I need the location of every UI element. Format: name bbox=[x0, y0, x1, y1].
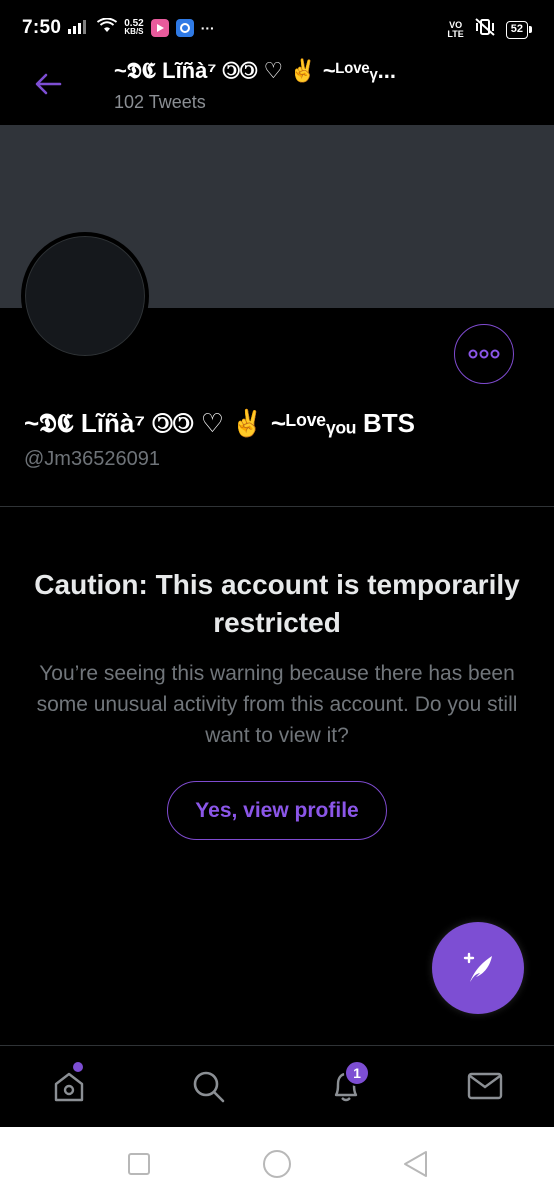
caution-title: Caution: This account is temporarily res… bbox=[34, 569, 520, 638]
compose-tweet-button[interactable] bbox=[432, 922, 524, 1014]
header-title: ~𝕯𝕮 Lĩñà⁷ 🄯🄯 ♡ ✌️ ~ᴸᵒᵛᵉᵧ... bbox=[114, 58, 396, 83]
more-notifications-icon: ··· bbox=[200, 20, 215, 36]
nav-home[interactable] bbox=[47, 1062, 91, 1108]
compose-feather-icon bbox=[463, 952, 492, 982]
network-speed: 0.52 KB/S bbox=[124, 19, 144, 36]
app-notification-icon bbox=[150, 19, 169, 37]
more-dots-icon bbox=[468, 349, 500, 359]
caution-message: You’re seeing this warning because there… bbox=[36, 662, 518, 747]
volte-icon: VO LTE bbox=[447, 20, 464, 39]
nav-messages[interactable] bbox=[463, 1064, 507, 1108]
battery-icon: 52 bbox=[505, 20, 532, 39]
home-icon bbox=[54, 1072, 84, 1102]
vibrate-mute-icon bbox=[474, 17, 496, 42]
system-navigation-bar bbox=[0, 1127, 554, 1200]
network-speed-unit: KB/S bbox=[124, 27, 144, 36]
avatar[interactable] bbox=[21, 232, 149, 360]
battery-level: 52 bbox=[505, 20, 528, 39]
view-profile-button[interactable]: Yes, view profile bbox=[167, 781, 387, 840]
volte-bottom: LTE bbox=[447, 28, 464, 39]
triangle-back-icon bbox=[404, 1151, 427, 1177]
divider bbox=[0, 506, 554, 507]
nav-search[interactable] bbox=[186, 1064, 230, 1108]
browser-notification-icon bbox=[175, 19, 194, 37]
nav-notifications[interactable]: 1 bbox=[324, 1060, 370, 1108]
home-new-indicator bbox=[73, 1062, 83, 1072]
recent-apps-button[interactable] bbox=[124, 1149, 154, 1179]
signal-icon bbox=[68, 18, 90, 39]
back-arrow-icon bbox=[35, 73, 62, 95]
square-icon bbox=[128, 1153, 150, 1175]
back-system-button[interactable] bbox=[400, 1149, 430, 1179]
profile-header: ~𝕯𝕮 Lĩñà⁷ 🄯🄯 ♡ ✌️ ~ᴸᵒᵛᵉᵧ... 102 Tweets bbox=[0, 56, 554, 124]
circle-icon bbox=[263, 1150, 291, 1178]
user-handle: @Jm36526091 bbox=[24, 448, 160, 470]
envelope-icon bbox=[467, 1072, 503, 1100]
back-button[interactable] bbox=[30, 66, 66, 102]
status-bar: 7:50 0.52 KB/S ··· VO LTE 52 bbox=[0, 0, 554, 56]
more-options-button[interactable] bbox=[454, 324, 514, 384]
status-time: 7:50 bbox=[22, 17, 62, 38]
search-icon bbox=[193, 1071, 225, 1103]
home-system-button[interactable] bbox=[262, 1149, 292, 1179]
wifi-icon bbox=[97, 17, 118, 39]
notification-badge: 1 bbox=[344, 1060, 370, 1086]
bottom-navigation: 1 bbox=[0, 1045, 554, 1127]
display-name: ~𝕯𝕮 Lĩñà⁷ 🄯🄯 ♡ ✌️ ~ᴸᵒᵛᵉᵧₒᵤ BTS bbox=[24, 408, 416, 438]
tweet-count: 102 Tweets bbox=[114, 92, 206, 112]
